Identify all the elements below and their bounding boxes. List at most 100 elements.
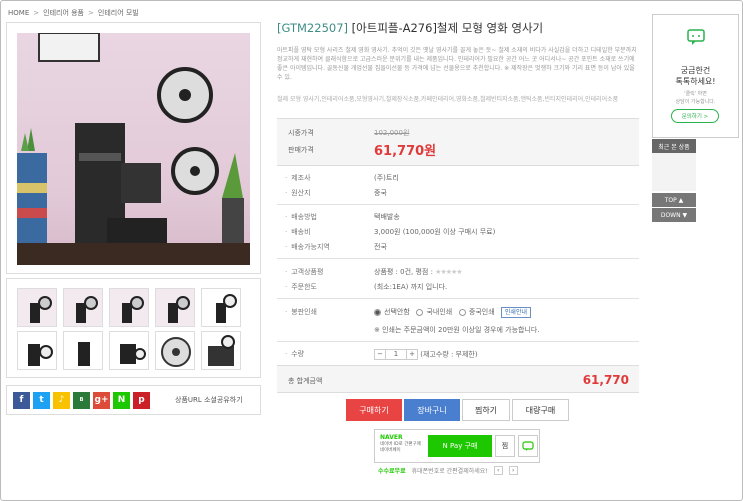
quantity-minus-button[interactable]: −: [375, 350, 385, 359]
divider: [277, 204, 639, 205]
maker-label: 제조사: [285, 173, 310, 183]
print-guide-button[interactable]: 인쇄안내: [500, 307, 531, 318]
scroll-down-button[interactable]: DOWN ▼: [652, 208, 696, 222]
product-title: [GTM22507] [아트피플-A276]철제 모형 영화 영사기: [277, 20, 543, 36]
review-value: 상품평 : 0건, 평점 : ★★★★★: [374, 267, 463, 277]
googleplus-icon[interactable]: g+: [93, 391, 110, 409]
thumbnail-10[interactable]: [201, 331, 241, 370]
wish-button[interactable]: 찜하기: [462, 399, 510, 421]
ship-region-value: 전국: [374, 243, 387, 251]
talk-subtitle: '클릭' 하면상담이 가능합니다.: [653, 90, 738, 106]
option-label: 중국인쇄: [468, 308, 495, 316]
thumbnail-7[interactable]: [63, 331, 103, 370]
product-photo: [17, 33, 250, 265]
kakaostory-icon[interactable]: ♪: [53, 391, 70, 409]
divider: [277, 341, 639, 342]
next-arrow-icon[interactable]: ›: [508, 466, 518, 475]
share-bar: f t ♪ B g+ N p 상품URL 소셜공유하기: [6, 385, 261, 415]
talk-widget[interactable]: 궁금한건톡톡하세요! '클릭' 하면상담이 가능합니다. 문의하기 >: [652, 14, 739, 138]
product-description: 아트피플 영탁 모형 사리즈 철제 영화 영사기. 추억이 깃든 옛날 영사기를…: [277, 47, 637, 81]
naver-logo: NAVER: [380, 434, 403, 441]
naver-icon[interactable]: N: [113, 391, 130, 409]
radio-icon: [416, 308, 424, 316]
total-label: 총 합계금액: [288, 377, 323, 385]
breadcrumb-subcategory[interactable]: 인테리어 모빌: [98, 8, 139, 18]
radio-icon: [374, 308, 381, 316]
sale-price-label: 판매가격: [288, 146, 314, 154]
breadcrumb-separator: >: [88, 9, 94, 17]
cart-button[interactable]: 장바구니: [404, 399, 460, 421]
ask-button[interactable]: 문의하기 >: [671, 109, 719, 123]
option-label: 국내인쇄: [426, 308, 453, 316]
quantity-control: − 1 + (재고수량 : 무제한): [374, 349, 478, 360]
print-label: 봉판인쇄: [285, 307, 317, 317]
naver-talk-button[interactable]: [518, 435, 538, 457]
origin-label: 원산지: [285, 188, 310, 198]
talk-icon: [522, 440, 534, 451]
print-option-domestic[interactable]: 국내인쇄: [416, 308, 452, 316]
list-price: 102,000원: [374, 129, 410, 137]
pinterest-icon[interactable]: p: [133, 391, 150, 409]
thumbnail-4[interactable]: [155, 288, 195, 327]
thumbnail-2[interactable]: [63, 288, 103, 327]
talk-title-2: 톡톡하세요!: [675, 77, 716, 86]
origin-value: 중국: [374, 189, 387, 197]
quantity-stepper: − 1 +: [374, 349, 418, 360]
total-amount: 61,770: [582, 373, 629, 387]
thumbnail-6[interactable]: [17, 331, 57, 370]
option-label: 선택안함: [384, 308, 410, 316]
breadcrumb: HOME > 인테리어 용품 > 인테리어 모빌: [8, 8, 139, 18]
breadcrumb-home[interactable]: HOME: [8, 9, 29, 17]
quantity-plus-button[interactable]: +: [407, 350, 417, 359]
quantity-input[interactable]: 1: [385, 350, 407, 359]
quantity-label: 수량: [285, 349, 304, 359]
print-option-none[interactable]: 선택안함: [374, 308, 410, 316]
print-option-china[interactable]: 중국인쇄: [458, 308, 495, 316]
naver-footer-brand: 수수료무료: [378, 468, 406, 475]
product-main-image[interactable]: [6, 22, 261, 274]
ship-region-label: 배송가능지역: [285, 242, 330, 252]
product-name: [아트피플-A276]철제 모형 영화 영사기: [351, 21, 544, 35]
twitter-icon[interactable]: t: [33, 391, 50, 409]
talk-title-1: 궁금한건: [680, 66, 711, 75]
ship-fee-value: 3,000원 (100,000원 이상 구매시 무료): [374, 228, 496, 236]
divider: [277, 258, 639, 259]
facebook-icon[interactable]: f: [13, 391, 30, 409]
naver-sub2: 네이버페이: [380, 448, 401, 453]
prev-arrow-icon[interactable]: ‹: [493, 466, 503, 475]
maker-value: (주)트리: [374, 174, 399, 182]
recent-items-box: [652, 153, 696, 191]
thumbnail-9[interactable]: [155, 331, 195, 370]
print-warning: ※ 인쇄는 주문금액이 20만원 이상일 경우에 가능합니다.: [374, 326, 540, 334]
thumbnail-5[interactable]: [201, 288, 241, 327]
buy-button[interactable]: 구매하기: [346, 399, 402, 421]
naver-pay-button[interactable]: N Pay 구매: [428, 435, 492, 457]
naver-wish-button[interactable]: 찜: [495, 435, 515, 457]
product-code: [GTM22507]: [277, 21, 349, 35]
thumbnail-8[interactable]: [109, 331, 149, 370]
talk-sub-2: 상담이 가능합니다.: [675, 99, 716, 105]
rating-stars: ★★★★★: [435, 268, 462, 276]
thumbnail-3[interactable]: [109, 288, 149, 327]
talk-title: 궁금한건톡톡하세요!: [653, 65, 738, 87]
talk-sub-1: '클릭' 하면: [684, 91, 707, 97]
product-tags: 철제 모형 영사기,인테리어소품,모형영사기,철제장식소품,카페인테리어,영화소…: [277, 96, 619, 103]
share-label: 상품URL 소셜공유하기: [175, 396, 243, 404]
band-icon[interactable]: B: [73, 391, 90, 409]
list-price-label: 시중가격: [288, 129, 314, 137]
order-limit-label: 주문한도: [285, 282, 317, 292]
thumbnail-1[interactable]: [17, 288, 57, 327]
naver-pay-box: NAVER 네이버 ID로 간편구매 네이버페이 N Pay 구매 찜: [374, 429, 540, 463]
print-options: 선택안함 국내인쇄 중국인쇄 인쇄안내: [374, 307, 531, 318]
naver-footer: 수수료무료 휴대폰번호로 간편결제하세요! ‹ ›: [378, 466, 518, 475]
ship-method-label: 배송방법: [285, 212, 317, 222]
scroll-top-button[interactable]: TOP ▲: [652, 193, 696, 207]
breadcrumb-separator: >: [33, 9, 40, 17]
radio-icon: [458, 308, 466, 316]
sale-price: 61,770원: [374, 144, 437, 159]
breadcrumb-category[interactable]: 인테리어 용품: [43, 8, 84, 18]
naver-sub1: 네이버 ID로 간편구매: [380, 442, 421, 447]
bulk-order-button[interactable]: 대량구매: [512, 399, 569, 421]
naver-footer-text: 휴대폰번호로 간편결제하세요!: [411, 468, 488, 475]
recent-items-header: 최근 본 상품: [652, 139, 696, 153]
